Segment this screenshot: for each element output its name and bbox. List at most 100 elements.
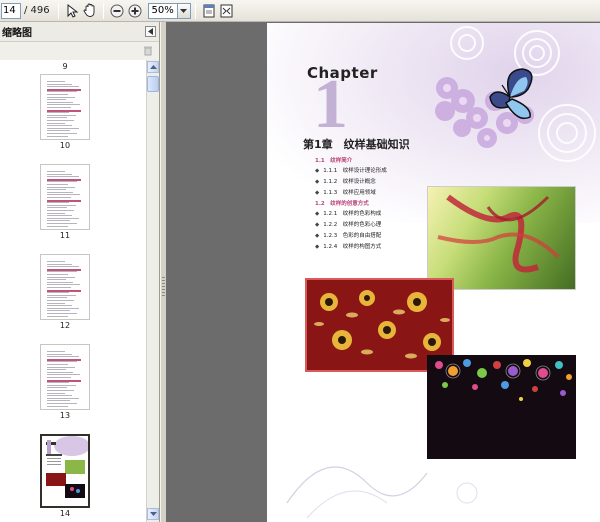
page-thumbnail[interactable] [40, 74, 90, 140]
thumbnail-text-line [47, 377, 71, 378]
thumbnail-text-line [47, 212, 65, 214]
scroll-up-button[interactable] [147, 61, 159, 73]
splitter-grip[interactable] [162, 277, 165, 297]
diamond-bullet-icon: ◆ [315, 244, 320, 250]
thumbnail-text-line [47, 315, 68, 317]
thumbnail-page-number: 11 [59, 231, 71, 240]
thumbnail-text-line [47, 104, 80, 106]
ribbon-pattern-image [427, 186, 576, 290]
chevron-up-icon [149, 65, 157, 69]
thumbnail-text-line [47, 127, 79, 129]
panel-title: 缩略图 [2, 28, 32, 39]
thumbnail-text-line [47, 292, 69, 294]
thumbnail-page-number: 12 [59, 321, 71, 330]
thumbnail-text-line [47, 284, 80, 286]
zoom-out-icon [110, 4, 124, 17]
thumbnail-text-line [47, 189, 66, 191]
thumbnail-text-line [47, 374, 80, 376]
thumbnail-text-line [47, 266, 79, 268]
thumbnail-text-line [47, 405, 68, 407]
chevron-down-icon [149, 512, 157, 516]
thumbnail-text-line [47, 390, 74, 391]
diamond-bullet-icon: ◆ [315, 179, 320, 185]
page-thumbnail[interactable] [40, 344, 90, 410]
page-thumbnail-selected[interactable] [40, 434, 90, 508]
thumbnail-text-line [47, 83, 72, 85]
fit-page-button[interactable] [200, 2, 218, 20]
zoom-level-input[interactable] [147, 2, 178, 19]
thumbnail-text-line [47, 173, 72, 175]
toolbar-divider [194, 2, 196, 19]
toc-section: 1.2 纹样的创意方式 [315, 201, 369, 207]
diamond-bullet-icon: ◆ [315, 168, 320, 174]
thumbnail-text-line [47, 384, 76, 386]
panel-tools [0, 42, 159, 58]
thumbnail-page-number: 13 [59, 411, 71, 420]
ribbon-artwork [437, 194, 560, 273]
page-number-input[interactable] [1, 2, 21, 19]
thumbnail-text-line [47, 194, 80, 196]
zoom-in-button[interactable] [126, 2, 144, 20]
hand-tool-button[interactable] [81, 2, 99, 20]
thumbnail-text-line [47, 186, 75, 188]
fit-width-button[interactable] [218, 2, 236, 20]
zoom-dropdown-button[interactable] [177, 2, 191, 19]
zoom-out-button[interactable] [108, 2, 126, 20]
thumbnail-page-number: 10 [59, 141, 71, 150]
page-total-label: / 496 [24, 5, 50, 16]
page-thumbnail[interactable] [40, 254, 90, 320]
thumbnail-text-line [47, 81, 65, 82]
thumbnail-text-line [47, 307, 79, 309]
document-page: 1 Chapter 第1章 纹样基础知识 1.1 纹样简介 ◆ 1.1.1 纹样设… [267, 23, 600, 522]
thumbnail-text-line [47, 281, 73, 283]
bottom-flourish [286, 466, 478, 519]
thumbnail-text-line [47, 220, 70, 222]
thumbnail-text-line [47, 210, 74, 211]
select-tool-button[interactable] [63, 2, 81, 20]
chapter-label: Chapter [307, 64, 378, 82]
thumbnail-text-line [47, 271, 77, 273]
panel-header: 缩略图 [0, 22, 159, 42]
scroll-down-button[interactable] [147, 508, 159, 520]
panel-close-button[interactable] [145, 26, 156, 37]
thumbnail-text-line [47, 310, 70, 312]
thumbnail-text-line [47, 181, 77, 183]
thumbnail-scrollbar[interactable] [146, 60, 159, 522]
thumbnail-text-line [47, 395, 72, 397]
toc-item: ◆ 1.1.2 纹样设计概念 [315, 179, 376, 185]
thumbnail-text-line [47, 94, 68, 95]
fit-width-icon [220, 4, 233, 17]
page-thumbnail[interactable] [40, 164, 90, 230]
thumbnail-text-line [47, 366, 75, 368]
table-of-contents: 1.1 纹样简介 ◆ 1.1.1 纹样设计理论形成 ◆ 1.1.2 纹样设计概念 ◆… [315, 156, 445, 253]
thumbnail-text-line [47, 207, 67, 209]
toolbar: / 496 [0, 0, 600, 22]
thumbnail-text-line [47, 184, 68, 185]
thumbnail-list[interactable]: 9 10 11 12 13 14 [0, 60, 146, 522]
diamond-bullet-icon: ◆ [315, 222, 320, 228]
thumbnail-text-line [47, 225, 68, 227]
thumbnail-text-line [47, 197, 71, 198]
thumbnail-text-line [47, 202, 69, 204]
thumbnail-text-line [47, 276, 75, 278]
thumbnail-text-line [47, 351, 65, 352]
thumbnail-text-line [47, 297, 67, 299]
thumbnail-text-line [47, 353, 72, 355]
thumbnail-text-line [47, 130, 70, 132]
thumbnail-page-number: 14 [59, 509, 71, 518]
thumbnails-panel: 缩略图 9 10 11 12 13 14 [0, 22, 160, 522]
scroll-thumb[interactable] [147, 76, 159, 92]
toc-item: ◆ 1.1.3 纹样应用领域 [315, 190, 376, 196]
thumbnail-text-line [47, 125, 72, 127]
thumbnail-text-line [47, 107, 71, 108]
thumbnail-text-line [47, 86, 79, 88]
butterfly-icon [489, 68, 533, 120]
chevron-down-icon [180, 8, 188, 13]
trash-icon[interactable] [143, 45, 153, 56]
thumbnail-text-line [47, 263, 72, 265]
thumbnail-text-line [47, 364, 68, 365]
toolbar-divider [57, 2, 59, 19]
chevron-left-icon [148, 28, 153, 35]
toc-item: ◆ 1.2.1 纹样的色彩构成 [315, 211, 382, 217]
document-view[interactable]: 1 Chapter 第1章 纹样基础知识 1.1 纹样简介 ◆ 1.1.1 纹样设… [166, 22, 600, 522]
